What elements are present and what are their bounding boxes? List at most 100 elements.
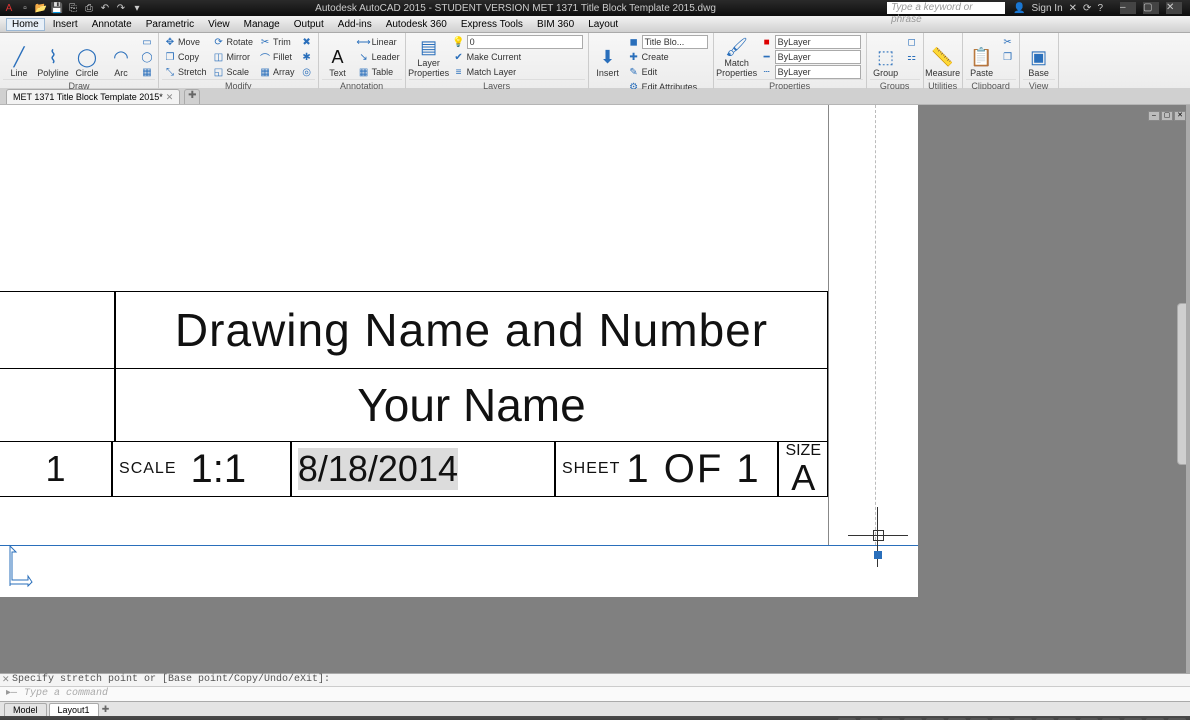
save-icon[interactable]: 💾	[50, 2, 64, 14]
document-tab[interactable]: MET 1371 Title Block Template 2015*✕	[6, 89, 180, 104]
close-tab-icon[interactable]: ✕	[166, 90, 174, 104]
copyclip-button[interactable]: ❐	[1000, 50, 1016, 64]
tab-view[interactable]: View	[202, 19, 236, 30]
exchange-icon[interactable]: ✕	[1069, 3, 1077, 14]
base-button[interactable]: ▣Base	[1023, 35, 1055, 79]
tab-output[interactable]: Output	[288, 19, 330, 30]
layerprops-button[interactable]: ▤Layer Properties	[409, 35, 449, 79]
tab-manage[interactable]: Manage	[238, 19, 286, 30]
modify-ext1-button[interactable]: ✖	[299, 35, 315, 49]
lweight-select[interactable]: ━ByLayer	[759, 50, 863, 64]
rotate-button[interactable]: ⟳Rotate	[211, 35, 256, 49]
panel-layers-title[interactable]: Layers	[409, 79, 585, 90]
tab-layout[interactable]: Layout	[582, 19, 624, 30]
minimize-button[interactable]: –	[1120, 2, 1136, 14]
group-ext1[interactable]: ◻	[904, 35, 920, 49]
editattr-button[interactable]: ⚙Edit Attributes	[626, 80, 710, 90]
create-button[interactable]: ✚Create	[626, 50, 710, 64]
ltype-select[interactable]: ┄ByLayer	[759, 65, 863, 79]
new-tab-button[interactable]: ✚	[184, 89, 200, 104]
vp-close-icon[interactable]: ✕	[1174, 111, 1186, 121]
help-icon[interactable]: ?	[1097, 3, 1103, 14]
vp-maximize-icon[interactable]: ▢	[1161, 111, 1173, 121]
editblock-button[interactable]: ✎Edit	[626, 65, 710, 79]
layout-add-button[interactable]: ✚	[101, 704, 111, 715]
tab-layout1[interactable]: Layout1	[49, 703, 99, 716]
tab-bim360[interactable]: BIM 360	[531, 19, 580, 30]
modify-ext2-button[interactable]: ✱	[299, 50, 315, 64]
paper-space[interactable]: Drawing Name and Number Your Name 1 SCAL…	[0, 105, 918, 597]
group-button[interactable]: ⬚Group	[870, 35, 902, 79]
draw-ext1-button[interactable]: ▭	[139, 35, 155, 49]
line-button[interactable]: ╱Line	[3, 35, 35, 79]
plot-icon[interactable]: ⎙	[82, 2, 96, 14]
tab-parametric[interactable]: Parametric	[140, 19, 200, 30]
draw-ext2-button[interactable]: ◯	[139, 50, 155, 64]
copyclip-icon: ❐	[1002, 51, 1014, 63]
tab-addins[interactable]: Add-ins	[332, 19, 378, 30]
maximize-button[interactable]: ▢	[1143, 2, 1159, 14]
text-button[interactable]: AText	[322, 35, 354, 79]
vp-minimize-icon[interactable]: –	[1148, 111, 1160, 121]
array-button[interactable]: ▦Array	[257, 65, 297, 79]
trim-button[interactable]: ✂Trim	[257, 35, 297, 49]
search-input[interactable]: Type a keyword or phrase	[887, 2, 1005, 14]
cmd-close-icon[interactable]: ✕	[2, 674, 10, 686]
tb-date-value[interactable]: 8/18/2014	[298, 448, 458, 490]
open-icon[interactable]: 📂	[34, 2, 48, 14]
panel-annotation-title[interactable]: Annotation	[322, 79, 402, 90]
redo-icon[interactable]: ↷	[114, 2, 128, 14]
matchlayer-button[interactable]: ≡Match Layer	[451, 65, 585, 79]
circle-button[interactable]: ◯Circle	[71, 35, 103, 79]
cloud-icon[interactable]: ⟳	[1083, 3, 1091, 14]
group-ext2[interactable]: ⚏	[904, 50, 920, 64]
draw-ext3-button[interactable]: ▦	[139, 65, 155, 79]
fillet-button[interactable]: ⌒Fillet	[257, 50, 297, 64]
close-button[interactable]: ✕	[1166, 2, 1182, 14]
layer-select[interactable]: 💡0	[451, 35, 585, 49]
undo-icon[interactable]: ↶	[98, 2, 112, 14]
arc-button[interactable]: ◠Arc	[105, 35, 137, 79]
drawing-area[interactable]: – ▢ ✕ Drawing Name and Number Your Name …	[0, 105, 1190, 673]
matchprops-icon: 🖌	[725, 37, 748, 59]
saveas-icon[interactable]: ⎘	[66, 2, 80, 14]
panel-clipboard-title[interactable]: Clipboard	[966, 79, 1016, 90]
tab-model[interactable]: Model	[4, 703, 47, 716]
leader-button[interactable]: ↘Leader	[356, 50, 402, 64]
copy-button[interactable]: ❐Copy	[162, 50, 209, 64]
scrollbar[interactable]	[1186, 105, 1190, 673]
polyline-button[interactable]: ⌇Polyline	[37, 35, 69, 79]
grip[interactable]	[874, 551, 882, 559]
measure-button[interactable]: 📏Measure	[927, 35, 959, 79]
modify-ext3-button[interactable]: ◎	[299, 65, 315, 79]
color-select[interactable]: ■ByLayer	[759, 35, 863, 49]
tab-insert[interactable]: Insert	[47, 19, 84, 30]
stretch-button[interactable]: ⤡Stretch	[162, 65, 209, 79]
insert-button[interactable]: ⬇Insert	[592, 35, 624, 79]
new-icon[interactable]: ▫	[18, 2, 32, 14]
signin-label[interactable]: Sign In	[1032, 3, 1063, 14]
qat-dropdown-icon[interactable]: ▾	[130, 2, 144, 14]
mirror-button[interactable]: ◫Mirror	[211, 50, 256, 64]
panel-props-title[interactable]: Properties	[717, 79, 863, 90]
table-button[interactable]: ▦Table	[356, 65, 402, 79]
makecurrent-button[interactable]: ✔Make Current	[451, 50, 585, 64]
paste-button[interactable]: 📋Paste	[966, 35, 998, 79]
app-icon[interactable]: A	[2, 2, 16, 14]
matchprops-button[interactable]: 🖌Match Properties	[717, 35, 757, 79]
signin-icon[interactable]: 👤	[1013, 3, 1025, 14]
tab-express[interactable]: Express Tools	[455, 19, 529, 30]
panel-groups-title[interactable]: Groups	[870, 79, 920, 90]
window-title: Autodesk AutoCAD 2015 - STUDENT VERSION …	[315, 3, 716, 14]
tab-annotate[interactable]: Annotate	[86, 19, 138, 30]
tab-a360[interactable]: Autodesk 360	[380, 19, 453, 30]
move-button[interactable]: ✥Move	[162, 35, 209, 49]
panel-utilities-title[interactable]: Utilities	[927, 79, 959, 90]
command-line[interactable]: Type a command	[0, 686, 1190, 702]
panel-view-title[interactable]: View	[1023, 79, 1055, 90]
block-select[interactable]: ◼Title Blo...	[626, 35, 710, 49]
linear-button[interactable]: ⟷Linear	[356, 35, 402, 49]
tab-home[interactable]: Home	[6, 18, 45, 31]
cut-button[interactable]: ✂	[1000, 35, 1016, 49]
scale-button[interactable]: ◱Scale	[211, 65, 256, 79]
